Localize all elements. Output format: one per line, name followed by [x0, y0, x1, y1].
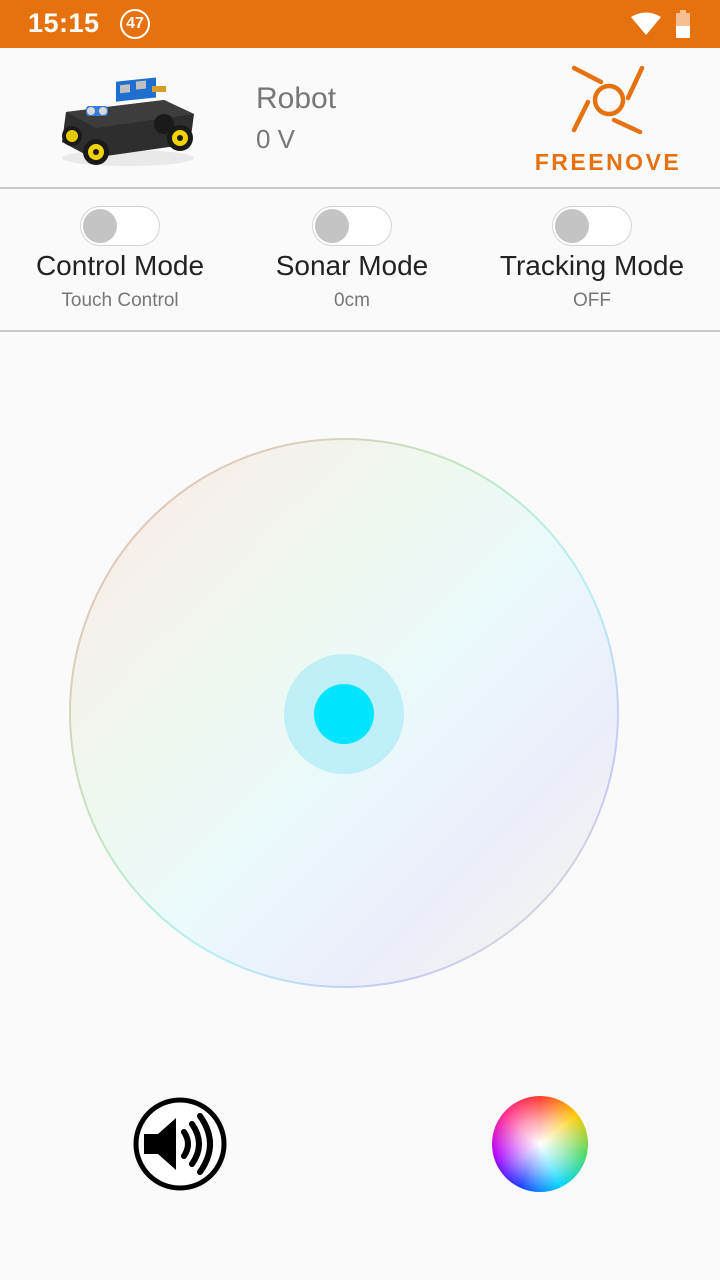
robot-voltage: 0 V [256, 124, 296, 154]
joystick-knob[interactable] [314, 684, 374, 744]
switch-knob [315, 209, 349, 243]
svg-text:FREENOVE: FREENOVE [535, 149, 682, 175]
sonar-mode-title: Sonar Mode [275, 250, 429, 281]
robot-header: Robot 0 V FREENOVE [0, 48, 720, 188]
switch-knob [83, 209, 117, 243]
speaker-icon[interactable] [132, 1096, 228, 1192]
control-mode-section: Control Mode Touch Control [0, 190, 240, 330]
header-divider [0, 187, 720, 189]
control-mode-switch[interactable] [80, 206, 160, 246]
wifi-icon [631, 12, 661, 35]
tracking-mode-title: Tracking Mode [499, 250, 685, 281]
switch-knob [555, 209, 589, 243]
joystick-pad[interactable] [68, 437, 620, 989]
sonar-mode-status: 0cm [334, 290, 370, 311]
sonar-mode-section: Sonar Mode 0cm [232, 190, 472, 330]
status-bar: 15:15 47 [0, 0, 720, 48]
color-wheel-center [492, 1096, 588, 1192]
control-mode-status: Touch Control [61, 290, 179, 311]
tracking-mode-switch[interactable] [552, 206, 632, 246]
battery-icon [676, 10, 690, 38]
modes-divider [0, 330, 720, 332]
tracking-mode-status: OFF [573, 290, 611, 311]
robot-name: Robot [256, 82, 337, 115]
freenove-logo: FREENOVE [535, 65, 682, 175]
control-mode-title: Control Mode [35, 250, 205, 281]
notification-badge: 47 [120, 9, 150, 39]
tracking-mode-section: Tracking Mode OFF [472, 190, 712, 330]
status-time: 15:15 [28, 8, 100, 38]
robot-car-image [62, 77, 194, 166]
color-wheel-icon[interactable] [492, 1096, 588, 1192]
sonar-mode-switch[interactable] [312, 206, 392, 246]
